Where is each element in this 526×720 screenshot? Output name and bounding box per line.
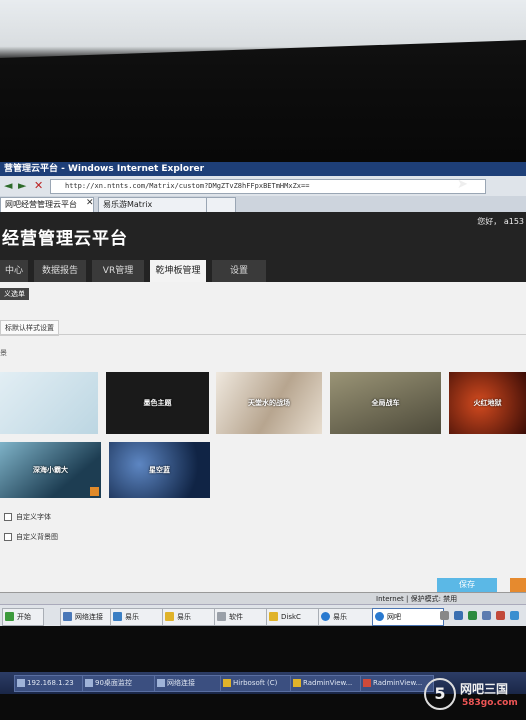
custom-font-option[interactable]: 自定义字体 bbox=[4, 512, 51, 522]
browser-tab-1[interactable]: 网吧经营管理云平台 bbox=[0, 197, 94, 212]
save-button[interactable]: 保存 bbox=[437, 578, 497, 592]
back-arrow-icon[interactable]: ◄ bbox=[4, 179, 12, 192]
tray-icon[interactable] bbox=[482, 611, 491, 620]
drive-icon bbox=[217, 612, 226, 621]
forward-arrow-icon[interactable]: ► bbox=[18, 179, 26, 192]
nav-tab-vr[interactable]: VR管理 bbox=[92, 260, 144, 282]
close-tab-icon[interactable]: ✕ bbox=[86, 198, 94, 208]
theme-thumb-hell[interactable]: 火红地狱 bbox=[449, 372, 526, 434]
ie-icon bbox=[321, 612, 330, 621]
taskbar2-item[interactable]: 90桌面监控 bbox=[82, 675, 160, 692]
folder-icon bbox=[165, 612, 174, 621]
taskbar2-item[interactable]: 192.168.1.23 bbox=[14, 675, 88, 692]
custom-bg-option[interactable]: 自定义背景图 bbox=[4, 532, 58, 542]
new-tab-button[interactable] bbox=[206, 197, 236, 212]
stop-icon[interactable]: ✕ bbox=[34, 179, 43, 192]
selected-badge-icon bbox=[90, 487, 99, 496]
start-button[interactable]: 开始 bbox=[2, 608, 44, 626]
tray-icon[interactable] bbox=[454, 611, 463, 620]
taskbar-yile-3[interactable]: 易乐 bbox=[318, 608, 378, 626]
orange-button[interactable] bbox=[510, 578, 526, 592]
user-greeting: 您好， a153 bbox=[477, 217, 524, 226]
nav-tab-data-report[interactable]: 数据报告 bbox=[34, 260, 86, 282]
taskbar: 开始 网络连接 易乐 易乐 软件 DiskC 易乐 网吧 bbox=[0, 604, 526, 627]
radmin-icon bbox=[293, 679, 301, 687]
taskbar2-item[interactable]: RadminView... bbox=[290, 675, 368, 692]
background-label: 景 bbox=[0, 349, 7, 357]
browser-title-bar: 营管理云平台 - Windows Internet Explorer bbox=[0, 162, 526, 176]
folder-icon bbox=[223, 679, 231, 687]
divider bbox=[0, 334, 526, 335]
watermark-url: 583go.com bbox=[462, 698, 518, 708]
nav-tab-settings[interactable]: 设置 bbox=[212, 260, 266, 282]
browser-tab-2[interactable]: 易乐游Matrix bbox=[98, 197, 208, 212]
ie-icon bbox=[375, 612, 384, 621]
network-icon bbox=[157, 679, 165, 687]
taskbar2-item[interactable]: 网络连接 bbox=[154, 675, 228, 692]
computer-icon bbox=[17, 679, 25, 687]
radmin-icon bbox=[363, 679, 371, 687]
theme-thumb-tank[interactable]: 全局战车 bbox=[330, 372, 441, 434]
app-header: 经营管理云平台 您好， a153 中心 数据报告 VR管理 乾坤板管理 设置 bbox=[0, 212, 526, 282]
tray-icon[interactable] bbox=[468, 611, 477, 620]
monitor-icon bbox=[113, 612, 122, 621]
tray-icon[interactable] bbox=[510, 611, 519, 620]
folder-icon bbox=[269, 612, 278, 621]
network-icon bbox=[63, 612, 72, 621]
taskbar-software[interactable]: 软件 bbox=[214, 608, 274, 626]
browser-address-row: ◄ ► ✕ http://xn.ntnts.com/Matrix/custom?… bbox=[0, 176, 526, 197]
mouse-cursor-icon: ➤ bbox=[457, 177, 468, 192]
tray-icon[interactable] bbox=[496, 611, 505, 620]
taskbar-yile-1[interactable]: 易乐 bbox=[110, 608, 170, 626]
theme-thumb-default[interactable] bbox=[0, 372, 98, 434]
tray-icon[interactable] bbox=[440, 611, 449, 620]
theme-thumb-deep-sea[interactable]: 深海小霸大 bbox=[0, 442, 101, 498]
system-tray bbox=[436, 608, 526, 624]
theme-thumb-ink[interactable]: 墨色主题 bbox=[106, 372, 209, 434]
custom-menu-button[interactable]: 义选单 bbox=[0, 288, 29, 300]
browser-tab-strip: 网吧经营管理云平台 ✕ 易乐游Matrix bbox=[0, 196, 526, 213]
taskbar-yile-2[interactable]: 易乐 bbox=[162, 608, 222, 626]
nav-tab-board[interactable]: 乾坤板管理 bbox=[150, 260, 206, 282]
address-input[interactable]: http://xn.ntnts.com/Matrix/custom?DMgZTv… bbox=[50, 179, 486, 194]
watermark-name: 网吧三国 bbox=[460, 682, 509, 696]
taskbar-netcafe[interactable]: 网吧 bbox=[372, 608, 444, 626]
url-text: http://xn.ntnts.com/Matrix/custom?DMgZTv… bbox=[65, 182, 310, 190]
page-title: 经营管理云平台 bbox=[2, 229, 128, 249]
taskbar-diskc[interactable]: DiskC bbox=[266, 608, 326, 626]
taskbar2-item[interactable]: Hirbosoft (C) bbox=[220, 675, 298, 692]
checkbox[interactable] bbox=[4, 513, 12, 521]
main-content: 义选单 标默认样式设置 景 墨色主题 天堂水的战场 全局战车 火红地狱 深海小霸… bbox=[0, 282, 526, 592]
checkbox[interactable] bbox=[4, 533, 12, 541]
watermark-logo: 5 bbox=[424, 678, 456, 710]
monitor-icon bbox=[85, 679, 93, 687]
window-title: 营管理云平台 - Windows Internet Explorer bbox=[4, 164, 205, 174]
nav-tab-center[interactable]: 中心 bbox=[0, 260, 28, 282]
theme-thumb-battlefield[interactable]: 天堂水的战场 bbox=[216, 372, 322, 434]
site-watermark: 5 网吧三国 583go.com bbox=[422, 676, 526, 720]
windows-logo-icon bbox=[5, 612, 14, 621]
theme-thumb-starry-blue[interactable]: 星空蓝 bbox=[109, 442, 210, 498]
